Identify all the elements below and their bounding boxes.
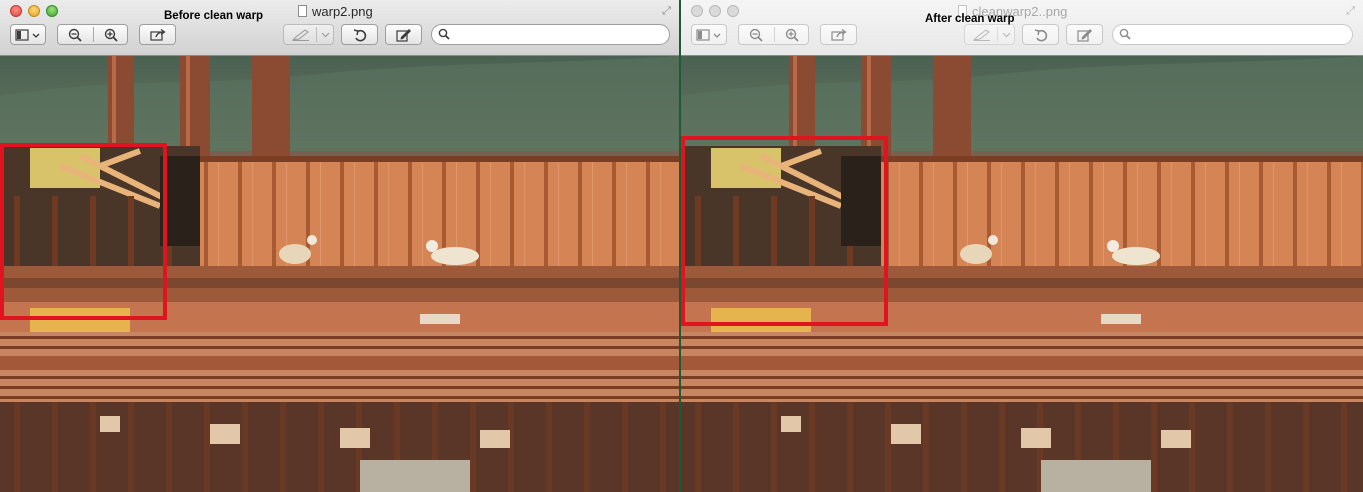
zoom-button[interactable] <box>46 5 58 17</box>
fullscreen-icon[interactable]: ⤢ <box>1344 5 1357 18</box>
markup-pen-icon <box>973 29 990 41</box>
sidebar-view-button[interactable] <box>10 24 46 45</box>
zoom-out-icon[interactable] <box>68 28 82 42</box>
fullscreen-icon[interactable]: ⤢ <box>660 5 673 18</box>
document-icon <box>298 5 307 17</box>
share-button[interactable] <box>139 24 176 45</box>
title-bar[interactable]: cleanwarp2..png ⤢ <box>681 0 1363 56</box>
edit-button[interactable] <box>385 24 422 45</box>
after-label: After clean warp <box>925 13 1015 25</box>
title-bar[interactable]: warp2.png ⤢ <box>0 0 679 56</box>
traffic-lights <box>691 5 745 23</box>
search-icon <box>1119 28 1131 40</box>
search-input[interactable] <box>452 27 661 44</box>
zoom-controls <box>738 24 809 45</box>
sidebar-icon <box>696 28 721 41</box>
close-button[interactable] <box>691 5 703 17</box>
preview-window-after: cleanwarp2..png ⤢ After clean warp <box>681 0 1363 492</box>
window-title-text: warp2.png <box>312 4 373 19</box>
markup-button[interactable] <box>283 24 334 45</box>
share-button[interactable] <box>820 24 857 45</box>
chevron-down-icon <box>1002 32 1011 38</box>
rotate-icon <box>1034 28 1047 41</box>
share-icon <box>149 28 166 41</box>
search-input[interactable] <box>1133 27 1344 44</box>
search-icon <box>438 28 450 40</box>
window-title: warp2.png <box>298 4 373 19</box>
edit-icon <box>1076 28 1092 42</box>
markup-button[interactable] <box>964 24 1015 45</box>
zoom-in-icon[interactable] <box>104 28 118 42</box>
minimize-button[interactable] <box>28 5 40 17</box>
zoom-button[interactable] <box>727 5 739 17</box>
sidebar-view-button[interactable] <box>691 24 727 45</box>
markup-pen-icon <box>292 29 309 41</box>
zoom-controls <box>57 24 128 45</box>
rotate-button[interactable] <box>341 24 378 45</box>
sidebar-icon <box>15 28 40 41</box>
preview-window-before: warp2.png ⤢ Before clean warp <box>0 0 679 492</box>
highlight-box <box>0 143 167 320</box>
minimize-button[interactable] <box>709 5 721 17</box>
zoom-out-icon[interactable] <box>749 28 763 42</box>
rotate-button[interactable] <box>1022 24 1059 45</box>
zoom-in-icon[interactable] <box>785 28 799 42</box>
highlight-box <box>681 136 888 326</box>
share-icon <box>830 28 847 41</box>
edit-button[interactable] <box>1066 24 1103 45</box>
edit-icon <box>395 28 411 42</box>
search-field[interactable] <box>1112 24 1353 45</box>
search-field[interactable] <box>431 24 670 45</box>
image-canvas <box>681 56 1363 492</box>
rotate-icon <box>353 28 366 41</box>
image-canvas <box>0 56 679 492</box>
chevron-down-icon <box>321 32 330 38</box>
close-button[interactable] <box>10 5 22 17</box>
traffic-lights <box>10 5 64 23</box>
before-label: Before clean warp <box>164 10 264 22</box>
